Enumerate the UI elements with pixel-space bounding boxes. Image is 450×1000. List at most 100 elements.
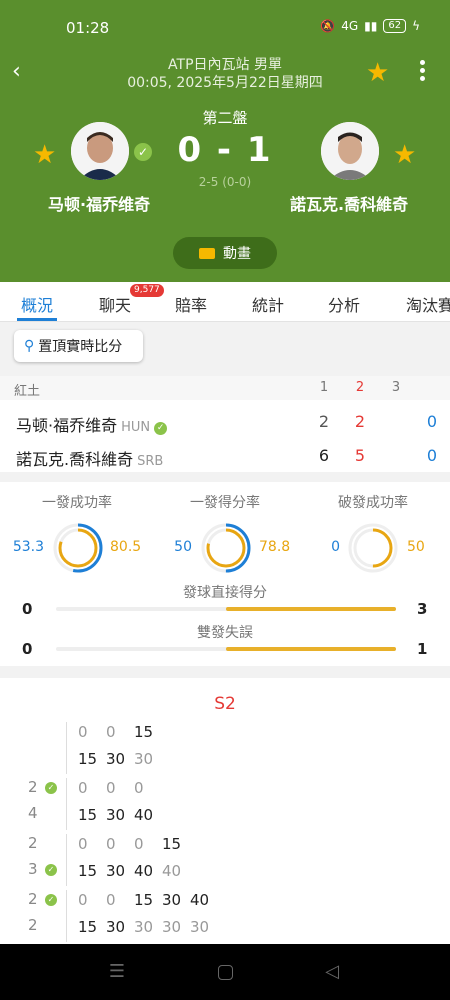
pin-icon: ⚲ [24, 338, 35, 354]
game-top-points: 0 0 15 30 40 [78, 891, 218, 911]
row-player-name: 马顿·福乔维奇 HUN ✓ [16, 412, 168, 436]
point: 0 [106, 723, 116, 741]
stat-home-value: 53.3 [12, 539, 44, 555]
dot-icon [419, 60, 425, 65]
double-faults-bar [56, 647, 396, 651]
game-bottom-points: 15 30 30 30 30 [78, 918, 218, 938]
set-score: 0 - 1 [177, 130, 273, 170]
aces-title: 發球直接得分 [183, 585, 267, 601]
set-2-score: 2 [354, 412, 366, 431]
point: 30 [106, 750, 126, 768]
home-player-name[interactable]: 马顿·福乔维奇 [48, 191, 150, 215]
stat-home-value: 50 [174, 539, 192, 555]
tab-overview[interactable]: 概況 [21, 292, 53, 316]
point: 0 [134, 835, 144, 853]
away-player-star-icon[interactable]: ★ [393, 140, 416, 170]
score-table: 紅土 1 2 3 马顿·福乔维奇 HUN ✓ 2 2 0 諾瓦克.喬科維奇 SRB 6… [0, 376, 450, 472]
status-time: 01:28 [66, 19, 110, 37]
game-divider [66, 834, 67, 886]
game-away-score: 2 [28, 916, 38, 934]
point: 15 [78, 750, 98, 768]
game-bottom-points: 15 30 40 [78, 806, 162, 826]
point-by-point-card: S2 0 0 15 15 30 30 2 ✓ 4 000 15 30 40 2 3 ✓ 00… [0, 678, 450, 944]
animation-button[interactable]: 動畫 [173, 237, 277, 269]
tab-analysis[interactable]: 分析 [328, 292, 360, 316]
tab-stats[interactable]: 統計 [252, 292, 284, 316]
stat-home-value: 0 [331, 539, 340, 555]
system-nav-bar: ☰ ◁ [0, 944, 450, 1000]
game-divider [66, 890, 67, 942]
court-surface: 紅土 [14, 384, 41, 399]
aces-bar [56, 607, 396, 611]
stat-away-value: 78.8 [259, 539, 291, 555]
double-faults-away-value: 1 [417, 640, 428, 658]
point: 30 [190, 918, 210, 936]
set-2-header: 2 [355, 380, 365, 395]
check-icon: ✓ [45, 782, 57, 794]
set-1-score: 2 [318, 412, 330, 431]
double-faults-home-value: 0 [22, 640, 33, 658]
current-game-score: 0 [426, 412, 438, 431]
game-top-points: 000 [78, 779, 162, 799]
pin-live-score-button[interactable]: ⚲ 置頂實時比分 [14, 330, 143, 362]
point: 0 [78, 835, 88, 853]
set-2-score: 5 [354, 446, 366, 465]
player-country: SRB [137, 454, 164, 469]
status-icons: 🔕 4G ▮▮ 62 ϟ [320, 19, 420, 33]
table-row[interactable]: 马顿·福乔维奇 HUN ✓ 2 2 0 [0, 406, 450, 436]
dot-icon [419, 76, 425, 81]
row-player-name: 諾瓦克.喬科維奇 SRB [16, 446, 163, 470]
tab-bar: 概況 聊天 9,577 賠率 統計 分析 淘汰賽 [0, 282, 450, 322]
point: 15 [78, 862, 98, 880]
aces-home-value: 0 [22, 600, 33, 618]
back-triangle-icon[interactable]: ◁ [322, 962, 342, 982]
game-top-points: 0 0 15 [78, 723, 162, 743]
stat-title: 破發成功率 [338, 495, 408, 511]
favorite-star-icon[interactable]: ★ [366, 58, 389, 88]
stat-away-value: 80.5 [110, 539, 142, 555]
recent-apps-icon[interactable]: ☰ [107, 962, 127, 982]
table-row[interactable]: 諾瓦克.喬科維奇 SRB 6 5 0 [0, 440, 450, 470]
point: 40 [162, 862, 182, 880]
player-name: 马顿·福乔维奇 [16, 416, 118, 435]
signal-label: 4G [341, 19, 359, 33]
check-icon: ✓ [45, 864, 57, 876]
game-score: 2-5 (0-0) [198, 175, 252, 189]
current-set-label: 第二盤 [202, 109, 248, 127]
score-table-header: 紅土 1 2 3 [0, 376, 450, 400]
set-3-header: 3 [391, 380, 401, 395]
point: 30 [162, 891, 182, 909]
pin-button-label: 置頂實時比分 [38, 339, 123, 355]
point: 15 [78, 806, 98, 824]
tab-knockout[interactable]: 淘汰賽 [406, 292, 450, 316]
charging-icon: ϟ [412, 19, 420, 33]
away-player-name[interactable]: 諾瓦克.喬科維奇 [290, 191, 408, 215]
animation-icon [199, 247, 215, 259]
signal-icon: ▮▮ [364, 19, 378, 33]
game-home-score: 2 [28, 778, 38, 796]
point: 15 [134, 891, 154, 909]
point: 0 [106, 891, 116, 909]
double-faults-away-fill [226, 647, 396, 651]
first-serve-won-donut [201, 523, 251, 573]
break-points-donut [348, 523, 398, 573]
animation-label: 動畫 [223, 246, 251, 262]
stats-card: 一發成功率 一發得分率 破發成功率 53.3 80.5 50 78.8 0 50… [0, 482, 450, 666]
tab-odds[interactable]: 賠率 [175, 292, 207, 316]
check-icon: ✓ [45, 894, 57, 906]
point: 40 [134, 862, 154, 880]
match-header: 01:28 🔕 4G ▮▮ 62 ϟ ‹ ATP日內瓦站 男單 00:05, 2… [0, 0, 450, 282]
game-bottom-points: 15 30 40 40 [78, 862, 190, 882]
more-menu-button[interactable] [412, 58, 432, 86]
point: 30 [106, 806, 126, 824]
mute-icon: 🔕 [320, 19, 336, 33]
point: 30 [134, 918, 154, 936]
home-icon[interactable] [218, 965, 233, 980]
double-faults-title: 雙發失誤 [197, 625, 253, 641]
stat-title: 一發成功率 [42, 495, 112, 511]
point: 15 [134, 723, 154, 741]
away-player-avatar[interactable] [321, 122, 379, 180]
pin-area: ⚲ 置頂實時比分 [0, 322, 450, 370]
status-bar: 01:28 🔕 4G ▮▮ 62 ϟ [0, 0, 450, 56]
tab-chat[interactable]: 聊天 [99, 292, 131, 316]
